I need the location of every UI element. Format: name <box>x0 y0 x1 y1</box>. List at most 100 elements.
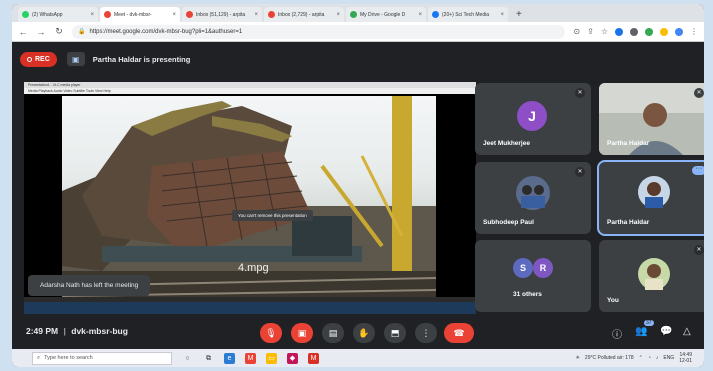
avatar: R <box>533 258 553 278</box>
tab-label: Inbox (2,729) - arpita <box>278 11 325 18</box>
star-icon[interactable]: ☆ <box>601 27 608 36</box>
participant-tile-subhodeep[interactable]: ✕ Subhodeep Paul <box>475 162 591 234</box>
language-indicator[interactable]: ENG <box>663 355 674 361</box>
record-icon <box>27 56 32 62</box>
camera-icon[interactable]: ⊙ <box>573 27 580 36</box>
info-icon[interactable]: ⓘ <box>612 326 622 341</box>
weather-text[interactable]: 29°C Polluted air: 178 <box>585 355 634 361</box>
more-options-button[interactable]: ⋮ <box>415 323 437 343</box>
network-icon[interactable]: ◔ <box>648 355 651 361</box>
extension-icon[interactable] <box>630 27 638 36</box>
chat-icon[interactable]: 💬 <box>660 326 672 337</box>
more-options-icon: ⋮ <box>421 327 431 338</box>
tab-label: (20+) Sci Tech Media <box>442 11 490 18</box>
camera-toggle-button[interactable]: ▣ <box>291 323 313 343</box>
avatar: J <box>517 101 547 131</box>
mic-off-icon: ✕ <box>575 88 585 98</box>
back-arrow-icon[interactable]: ← <box>18 27 28 37</box>
close-icon[interactable]: × <box>500 12 504 18</box>
extension-icons: ⊙ ⇪ ☆ ⋮ <box>573 27 698 36</box>
browser-tab-inbox-2[interactable]: Inbox (2,729) - arpita × <box>264 7 344 22</box>
mic-toggle-button[interactable]: 🎙 <box>260 323 282 343</box>
app-icon[interactable]: ◆ <box>287 352 298 364</box>
mic-off-icon: ✕ <box>575 167 585 177</box>
facebook-icon <box>432 11 439 18</box>
browser-tab-facebook[interactable]: (20+) Sci Tech Media × <box>428 7 508 22</box>
close-icon[interactable]: × <box>254 12 258 18</box>
leave-call-icon: ☎ <box>453 327 465 338</box>
browser-tab-strip: (2) WhatsApp × Meet - dvk-mbsr- × Inbox (5… <box>12 4 704 22</box>
browser-tab-drive[interactable]: My Drive - Google D × <box>346 7 426 22</box>
tab-label: (2) WhatsApp <box>32 11 63 18</box>
extension-icon[interactable] <box>645 27 653 36</box>
close-icon[interactable]: × <box>172 12 176 18</box>
file-explorer-icon[interactable]: ▭ <box>266 352 277 364</box>
windows-taskbar: ⌕ Type here to search ○ ⧉ e M ▭ ◆ M ☀ 29… <box>12 349 704 367</box>
activities-icon[interactable]: △ <box>683 326 691 337</box>
rec-label: REC <box>35 55 50 63</box>
forward-arrow-icon[interactable]: → <box>36 27 46 37</box>
task-view-icon[interactable]: ⧉ <box>203 353 214 364</box>
extension-c-icon[interactable] <box>615 27 623 36</box>
share-icon[interactable]: ⇪ <box>587 27 594 36</box>
present-button[interactable]: ⬒ <box>384 323 406 343</box>
people-icon[interactable]: 👥 <box>635 326 647 337</box>
shared-screen-taskbar <box>24 302 476 314</box>
menu-dots-icon[interactable]: ⋮ <box>690 27 698 36</box>
edge-icon[interactable]: e <box>224 352 235 364</box>
more-options-icon[interactable]: ··· <box>692 165 704 175</box>
participant-name: Partha Haldar <box>607 219 650 226</box>
participant-tile-others[interactable]: S R 31 others <box>475 240 591 312</box>
windows-search-box[interactable]: ⌕ Type here to search <box>32 351 172 365</box>
app-icon[interactable]: M <box>308 352 319 364</box>
close-icon[interactable]: × <box>336 12 340 18</box>
raise-hand-button[interactable]: ✋ <box>353 323 375 343</box>
tab-label: Meet - dvk-mbsr- <box>114 11 152 18</box>
volume-icon[interactable]: ♪ <box>656 355 659 361</box>
vlc-menu-bar: Media Playback Audio Video Subtitle Tool… <box>24 88 476 94</box>
search-icon: ⌕ <box>37 354 41 361</box>
browser-tab-inbox-1[interactable]: Inbox (51,129) - arpita × <box>182 7 262 22</box>
extension-icon[interactable] <box>660 27 668 36</box>
weather-icon: ☀ <box>575 355 580 361</box>
presentation-tooltip: You can't remove this presentation <box>232 210 313 221</box>
drive-icon <box>350 11 357 18</box>
browser-tab-meet[interactable]: Meet - dvk-mbsr- × <box>100 7 180 22</box>
participant-name: Partha Haldar <box>607 140 650 147</box>
cortana-icon[interactable]: ○ <box>182 353 193 364</box>
mic-off-icon: ✕ <box>694 245 704 255</box>
browser-tab-whatsapp[interactable]: (2) WhatsApp × <box>18 7 98 22</box>
gmail-icon <box>268 11 275 18</box>
recording-badge: REC <box>20 51 57 67</box>
participant-tile-you[interactable]: ✕ You <box>599 240 704 312</box>
raise-hand-icon: ✋ <box>358 327 370 338</box>
reload-icon[interactable]: ↻ <box>54 26 64 37</box>
close-icon[interactable]: × <box>90 12 94 18</box>
browser-window: (2) WhatsApp × Meet - dvk-mbsr- × Inbox (5… <box>12 4 704 367</box>
tab-label: Inbox (51,129) - arpita <box>196 11 246 18</box>
meeting-info: 2:49 PM | dvk-mbsr-bug <box>26 326 128 336</box>
url-input[interactable]: 🔒 https://meet.google.com/dvk-mbsr-bug?p… <box>72 24 566 39</box>
gmail-icon[interactable]: M <box>245 352 256 364</box>
camera-off-icon: ▣ <box>297 327 307 338</box>
presentation-icon: ▣ <box>66 52 85 66</box>
new-tab-button[interactable]: + <box>510 7 528 22</box>
system-tray: ☀ 29°C Polluted air: 178 ⌃ ◔ ♪ ENG 14:49… <box>575 352 692 364</box>
participant-tile-jeet[interactable]: J ✕ Jeet Mukherjee <box>475 83 591 155</box>
participant-tile-partha-video[interactable]: ✕ Partha Haldar <box>599 83 704 155</box>
close-icon[interactable]: × <box>418 12 422 18</box>
participant-tile-partha-pinned[interactable]: ··· Partha Haldar <box>597 160 704 236</box>
meet-control-bar: 2:49 PM | dvk-mbsr-bug 🎙 ▣ ▤ ✋ ⬒ ⋮ ☎ ⓘ 👥… <box>12 317 704 349</box>
url-text: https://meet.google.com/dvk-mbsr-bug?pli… <box>89 28 243 35</box>
meeting-code: dvk-mbsr-bug <box>71 326 128 336</box>
clock[interactable]: 14:49 12-01 <box>679 352 692 364</box>
profile-avatar[interactable] <box>675 27 683 36</box>
leave-call-button[interactable]: ☎ <box>444 323 474 343</box>
chevron-up-icon[interactable]: ⌃ <box>639 355 643 361</box>
tab-label: My Drive - Google D <box>360 11 406 18</box>
meeting-time: 2:49 PM <box>26 326 59 336</box>
separator: | <box>63 326 66 336</box>
search-placeholder: Type here to search <box>44 355 93 361</box>
captions-button[interactable]: ▤ <box>322 323 344 343</box>
meet-icon <box>104 11 111 18</box>
